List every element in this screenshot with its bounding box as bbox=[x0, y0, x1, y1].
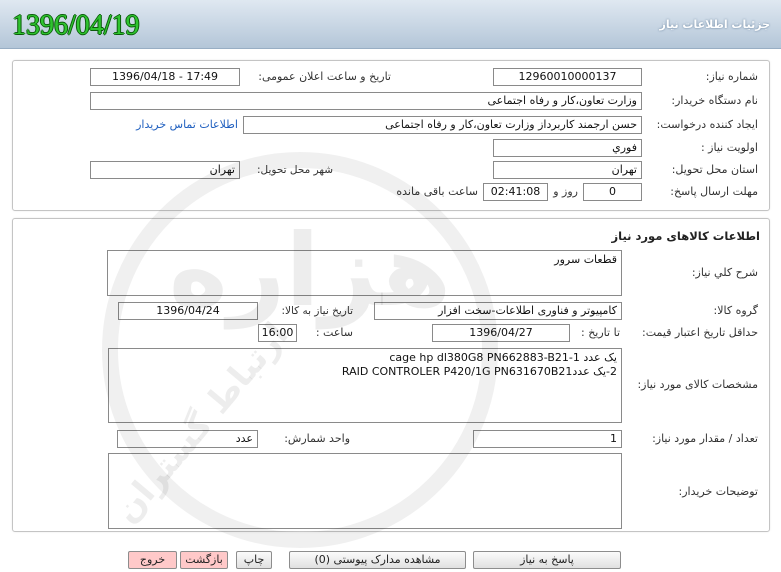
buyer-contact-link[interactable]: اطلاعات تماس خریدار bbox=[136, 116, 238, 134]
need-date-field: 1396/04/24 bbox=[118, 302, 258, 320]
goods-info-heading: اطلاعات کالاهای مورد نیاز bbox=[611, 229, 760, 243]
buyer-notes-textarea[interactable] bbox=[108, 453, 622, 529]
validity-until-date-label: تا تاریخ : bbox=[581, 326, 620, 339]
price-validity-label: حداقل تاریخ اعتبار قیمت: bbox=[642, 326, 758, 339]
unit-label: واحد شمارش: bbox=[284, 432, 350, 445]
general-description-label: شرح کلي نياز: bbox=[691, 266, 758, 279]
buyer-org-field: وزارت تعاون،کار و رفاه اجتماعی bbox=[90, 92, 642, 110]
print-button[interactable]: چاپ bbox=[236, 551, 272, 569]
requester-field: حسن ارجمند کاربرداز وزارت تعاون،کار و رف… bbox=[243, 116, 642, 134]
response-deadline-label: مهلت ارسال پاسخ: bbox=[670, 185, 758, 198]
reply-to-need-button[interactable]: پاسخ به نیاز bbox=[473, 551, 621, 569]
validity-date-field: 1396/04/27 bbox=[432, 324, 570, 342]
page-title: جزئیات اطلاعات نیاز bbox=[659, 18, 771, 31]
validity-time-field: 16:00 bbox=[258, 324, 297, 342]
requester-label: ایجاد کننده درخواست: bbox=[656, 118, 758, 131]
goods-spec-textarea[interactable]: cage hp dl380G8 PN662883-B21-1 یک عدد 2-… bbox=[108, 348, 622, 423]
priority-field: فوري bbox=[493, 139, 642, 157]
exit-button[interactable]: خروج bbox=[128, 551, 177, 569]
remaining-time-field: 02:41:08 bbox=[483, 183, 548, 201]
remaining-days-field: 0 bbox=[583, 183, 642, 201]
back-button[interactable]: بازگشت bbox=[180, 551, 228, 569]
need-number-label: شماره نیاز: bbox=[705, 70, 758, 83]
need-date-label: تاریخ نیاز به کالا: bbox=[281, 305, 353, 317]
goods-group-field: کامپیوتر و فناوری اطلاعات-سخت افزار bbox=[374, 302, 622, 320]
view-attachments-button[interactable]: مشاهده مدارک پیوستی (0) bbox=[289, 551, 466, 569]
city-label: شهر محل تحویل: bbox=[257, 164, 333, 176]
need-number-field: 12960010000137 bbox=[493, 68, 642, 86]
announce-datetime-label: تاریخ و ساعت اعلان عمومی: bbox=[258, 70, 391, 83]
goods-spec-line: cage hp dl380G8 PN662883-B21-1 یک عدد bbox=[389, 351, 617, 364]
goods-spec-line: 2-یک عددRAID CONTROLER P420/1G PN631670B… bbox=[341, 365, 617, 378]
unit-field: عدد bbox=[117, 430, 258, 448]
province-field: تهران bbox=[493, 161, 642, 179]
province-label: استان محل تحویل: bbox=[671, 163, 758, 176]
goods-group-label: گروه کالا: bbox=[713, 304, 758, 317]
validity-time-label: ساعت : bbox=[315, 326, 353, 339]
announce-datetime-field: 1396/04/18 - 17:49 bbox=[90, 68, 240, 86]
general-description-textarea[interactable]: قطعات سرور bbox=[107, 250, 622, 296]
current-date-badge: 1396/04/19 bbox=[12, 10, 140, 41]
quantity-field: 1 bbox=[473, 430, 622, 448]
buyer-notes-label: توضیحات خریدار: bbox=[678, 485, 759, 498]
buyer-org-label: نام دستگاه خریدار: bbox=[671, 94, 758, 107]
goods-spec-label: مشخصات کالای مورد نیاز: bbox=[637, 378, 758, 391]
city-field: تهران bbox=[90, 161, 240, 179]
remaining-days-suffix: روز و bbox=[553, 185, 578, 198]
quantity-label: تعداد / مقدار مورد نیاز: bbox=[652, 432, 758, 445]
priority-label: اولویت نیاز : bbox=[700, 141, 758, 154]
remaining-time-suffix: ساعت باقی مانده bbox=[396, 185, 478, 198]
